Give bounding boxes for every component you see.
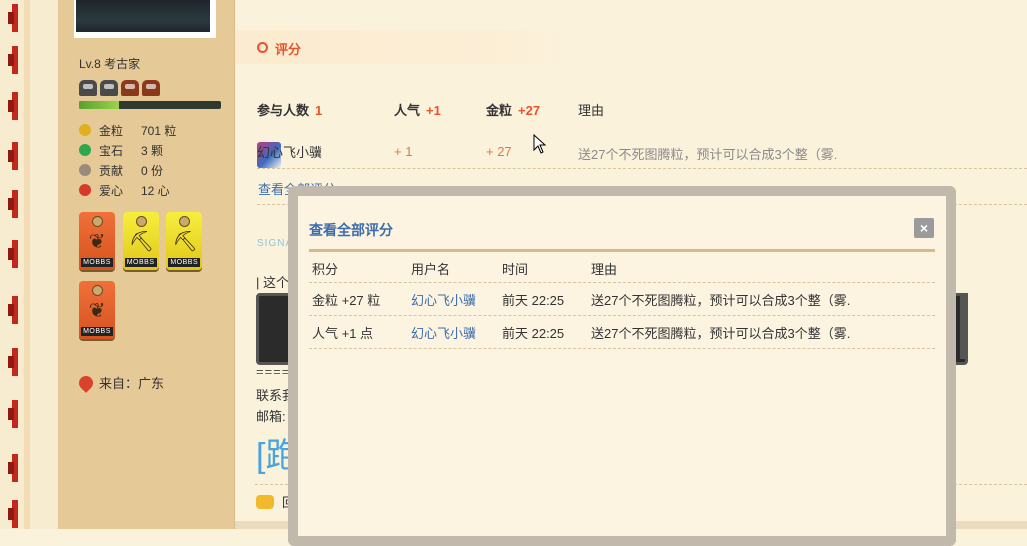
badge-list: ❦ MOBBS ⛏ MOBBS ⛏ MOBBS ❦ MOBBS — [79, 212, 219, 350]
gold-icon — [79, 124, 91, 136]
time-cell: 前天 22:25 — [502, 326, 565, 341]
helmet-icon[interactable] — [100, 80, 118, 96]
rating-reason: 送27个不死图腾粒，预计可以合成3个整（雾. — [578, 147, 838, 162]
border-ornament — [8, 240, 22, 268]
user-profile-sidebar: Lv.8 考古家 金粒 701 粒 宝石 3 颗 贡献 0 份 爱心 12 心 … — [58, 0, 235, 529]
participants-label: 参与人数 — [257, 103, 310, 118]
heart-icon — [79, 184, 91, 196]
circle-icon — [257, 42, 268, 53]
gem-icon — [79, 144, 91, 156]
badge[interactable]: ⛏ MOBBS — [122, 212, 159, 270]
stat-gem: 宝石 3 颗 — [79, 140, 176, 160]
helmet-icon[interactable] — [79, 80, 97, 96]
stat-label: 宝石 — [99, 143, 124, 158]
border-ornament — [8, 296, 22, 324]
avatar[interactable] — [74, 0, 216, 38]
column-header: 时间 — [502, 262, 529, 277]
border-ornament — [8, 454, 22, 482]
stat-value: 3 颗 — [141, 143, 164, 158]
badge-caption: MOBBS — [81, 258, 113, 267]
close-button[interactable]: × — [914, 218, 934, 238]
stat-label: 贡献 — [99, 163, 124, 178]
border-stripe — [24, 0, 30, 529]
border-ornament — [8, 46, 22, 74]
table-row: 人气 +1 点 幻心飞小骥 前天 22:25 送27个不死图腾粒，预计可以合成3… — [309, 316, 935, 349]
stat-gold: 金粒 701 粒 — [79, 120, 176, 140]
helmet-icon[interactable] — [142, 80, 160, 96]
pickaxe-icon: ⛏ — [172, 231, 198, 253]
column-header: 理由 — [591, 262, 618, 277]
score-cell: 金粒 +27 粒 — [312, 293, 381, 308]
rating-title: 评分 — [275, 42, 302, 57]
rating-gold: + 27 — [486, 144, 512, 159]
border-ornament — [8, 400, 22, 428]
user-link[interactable]: 幻心飞小骥 — [411, 290, 476, 309]
reason-header: 理由 — [578, 103, 605, 118]
gold-header: 金粒 +27 — [486, 100, 540, 119]
dialog-title: 查看全部评分 — [309, 222, 393, 238]
border-ornament — [8, 190, 22, 218]
column-header: 积分 — [312, 262, 339, 277]
gold-total: +27 — [518, 103, 541, 118]
leaf-icon: ❦ — [88, 300, 106, 322]
location-text: 来自：广东 — [99, 376, 165, 391]
border-ornament — [8, 92, 22, 120]
reason-cell: 送27个不死图腾粒，预计可以合成3个整（雾. — [591, 326, 851, 341]
stat-value: 701 粒 — [141, 123, 177, 138]
experience-bar — [79, 101, 221, 109]
gold-label: 金粒 — [486, 103, 513, 118]
stat-value: 0 份 — [141, 163, 164, 178]
pickaxe-icon: ⛏ — [128, 231, 155, 253]
badge[interactable]: ❦ MOBBS — [79, 281, 115, 339]
user-stats: 金粒 701 粒 宝石 3 颗 贡献 0 份 爱心 12 心 — [79, 120, 176, 200]
badge-caption: MOBBS — [124, 258, 157, 267]
user-level: Lv.8 考古家 — [79, 57, 141, 71]
border-ornament — [8, 4, 22, 32]
table-row: 金粒 +27 粒 幻心飞小骥 前天 22:25 送27个不死图腾粒，预计可以合成… — [309, 283, 935, 316]
ratings-table-header: 积分 用户名 时间 理由 — [309, 252, 935, 283]
decorative-border — [0, 0, 58, 529]
badge-caption: MOBBS — [81, 327, 113, 336]
stat-value: 12 心 — [141, 183, 170, 198]
popularity-total: +1 — [426, 103, 441, 118]
border-ornament — [8, 500, 22, 528]
stat-label: 爱心 — [99, 183, 124, 198]
time-cell: 前天 22:25 — [502, 293, 565, 308]
rating-table: 参与人数 1 人气 +1 金粒 +27 理由 幻心飞小骥 + 1 + 27 送27个不… — [257, 96, 1027, 169]
ratings-table: 积分 用户名 时间 理由 金粒 +27 粒 幻心飞小骥 前天 22:25 送27… — [309, 252, 935, 349]
score-cell: 人气 +1 点 — [312, 326, 374, 341]
rating-row: 幻心飞小骥 + 1 + 27 送27个不死图腾粒，预计可以合成3个整（雾. — [257, 134, 1027, 169]
dialog-body: 查看全部评分 × 积分 用户名 时间 理由 金粒 +27 粒 幻心飞小骥 前天 … — [298, 196, 946, 536]
popularity-label: 人气 — [394, 103, 421, 118]
helmet-icon[interactable] — [121, 80, 139, 96]
speech-bubble-icon — [256, 494, 274, 509]
stat-label: 金粒 — [99, 123, 124, 138]
medal-row — [79, 80, 160, 96]
contribution-icon — [79, 164, 91, 176]
rating-popularity: + 1 — [394, 144, 413, 159]
badge-caption: MOBBS — [168, 258, 201, 267]
stat-contribution: 贡献 0 份 — [79, 160, 176, 180]
badge[interactable]: ⛏ MOBBS — [166, 212, 203, 270]
location-icon — [76, 372, 96, 393]
leaf-icon: ❦ — [88, 231, 106, 253]
reason-cell: 送27个不死图腾粒，预计可以合成3个整（雾. — [591, 293, 851, 308]
popularity-header: 人气 +1 — [394, 100, 441, 119]
stat-heart: 爱心 12 心 — [79, 180, 176, 200]
mouse-cursor-icon — [533, 134, 547, 154]
participants-header: 参与人数 1 — [257, 100, 322, 119]
rater-name[interactable]: 幻心飞小骥 — [257, 142, 322, 161]
column-header: 用户名 — [411, 262, 451, 277]
user-location: 来自：广东 — [76, 372, 165, 393]
participants-count: 1 — [315, 103, 323, 118]
border-ornament — [8, 348, 22, 376]
user-link[interactable]: 幻心飞小骥 — [411, 323, 476, 342]
rating-section-header: 评分 — [235, 30, 570, 64]
border-ornament — [8, 142, 22, 170]
badge[interactable]: ❦ MOBBS — [79, 212, 115, 270]
experience-bar-fill — [79, 101, 119, 109]
rating-table-header: 参与人数 1 人气 +1 金粒 +27 理由 — [257, 96, 1027, 120]
view-all-ratings-dialog: 查看全部评分 × 积分 用户名 时间 理由 金粒 +27 粒 幻心飞小骥 前天 … — [288, 186, 956, 546]
